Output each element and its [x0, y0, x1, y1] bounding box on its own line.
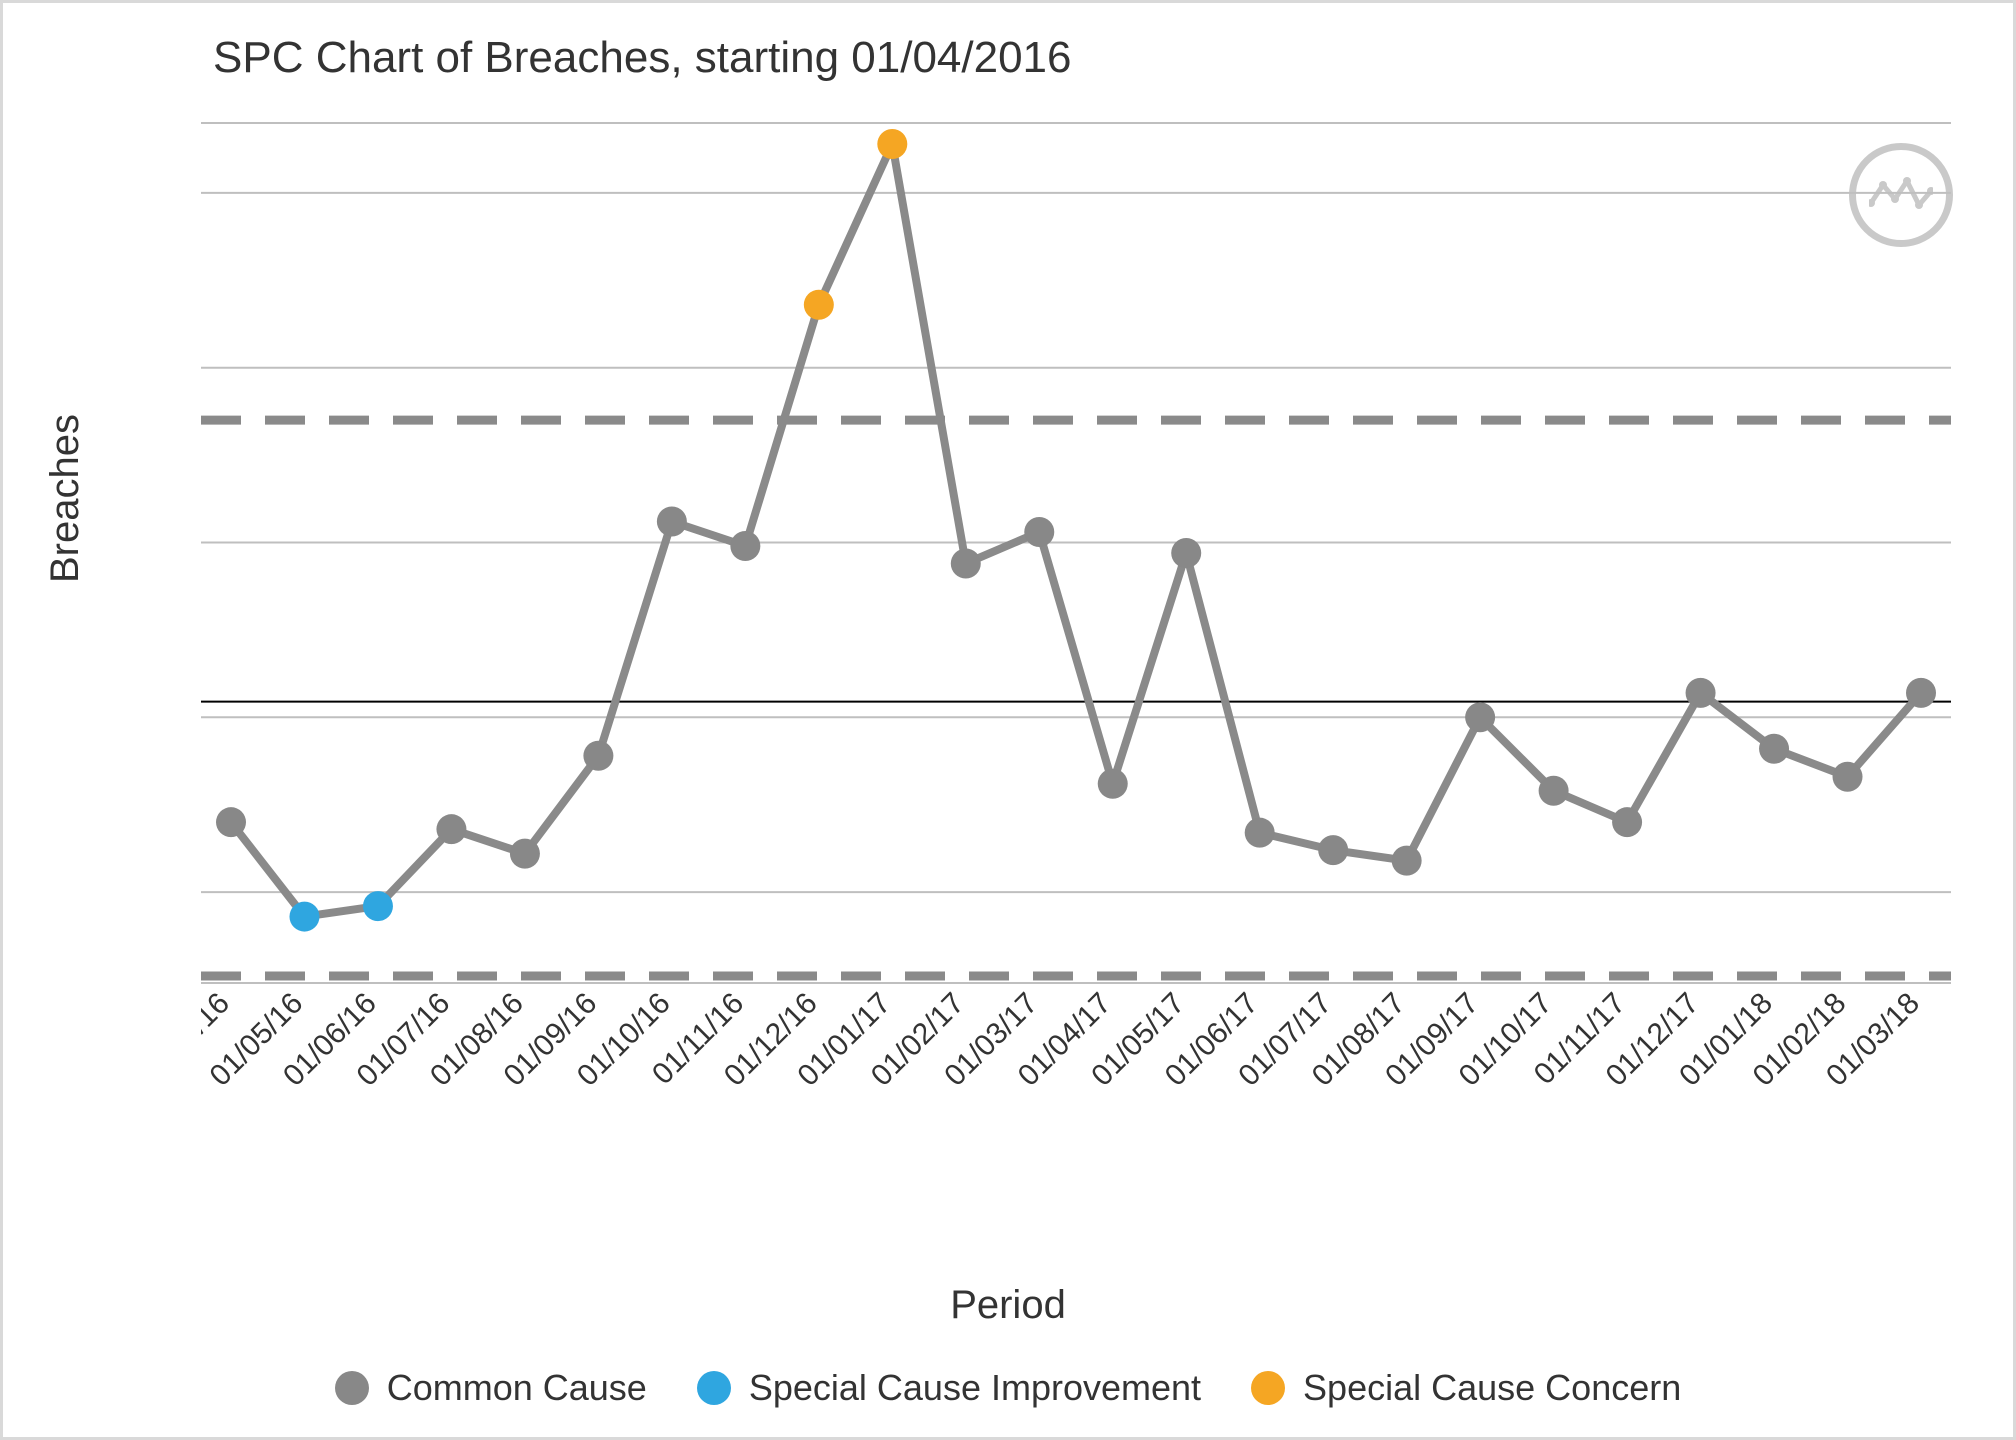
x-ticks: 01/04/1601/05/1601/06/1601/07/1601/08/16…: [201, 987, 1926, 1093]
data-point: [1465, 702, 1495, 732]
data-point: [1686, 678, 1716, 708]
data-point: [289, 902, 319, 932]
plot-area: 10001500200025003000 01/04/1601/05/1601/…: [201, 103, 1951, 1113]
data-point: [363, 891, 393, 921]
data-point: [1171, 538, 1201, 568]
data-point: [951, 548, 981, 578]
legend-label: Special Cause Improvement: [749, 1367, 1201, 1409]
data-point: [1833, 762, 1863, 792]
legend-item: Special Cause Improvement: [697, 1367, 1201, 1409]
data-point: [877, 129, 907, 159]
legend-swatch-icon: [1251, 1371, 1285, 1405]
data-point: [1318, 835, 1348, 865]
gridlines: [201, 123, 1951, 983]
data-point: [1245, 818, 1275, 848]
chart-title: SPC Chart of Breaches, starting 01/04/20…: [213, 33, 1072, 83]
legend-item: Common Cause: [335, 1367, 647, 1409]
data-points: [216, 129, 1936, 932]
data-point: [657, 507, 687, 537]
legend-item: Special Cause Concern: [1251, 1367, 1681, 1409]
data-point: [1392, 846, 1422, 876]
legend-label: Special Cause Concern: [1303, 1367, 1681, 1409]
data-point: [436, 814, 466, 844]
data-point: [1098, 769, 1128, 799]
legend-swatch-icon: [335, 1371, 369, 1405]
data-point: [1539, 776, 1569, 806]
data-point: [510, 839, 540, 869]
chart-frame: SPC Chart of Breaches, starting 01/04/20…: [0, 0, 2016, 1440]
data-point: [1906, 678, 1936, 708]
y-axis-label: Breaches: [43, 414, 88, 583]
legend-swatch-icon: [697, 1371, 731, 1405]
legend: Common Cause Special Cause Improvement Spe…: [3, 1367, 2013, 1409]
data-point: [216, 807, 246, 837]
x-axis-label: Period: [950, 1283, 1066, 1328]
data-point: [1759, 734, 1789, 764]
data-series: [231, 144, 1921, 917]
data-point: [730, 531, 760, 561]
data-point: [1024, 517, 1054, 547]
data-point: [1612, 807, 1642, 837]
data-point: [804, 290, 834, 320]
data-point: [583, 741, 613, 771]
legend-label: Common Cause: [387, 1367, 647, 1409]
